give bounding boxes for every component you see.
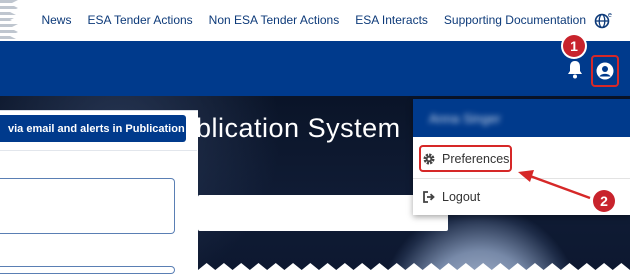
bell-icon[interactable] xyxy=(566,59,584,79)
globe-icon[interactable]: e xyxy=(594,11,612,29)
preferences-highlight-box xyxy=(419,145,512,172)
sign-out-icon xyxy=(423,191,435,203)
menu-item-logout-label: Logout xyxy=(442,190,481,204)
user-circle-icon xyxy=(596,62,614,80)
menu-divider xyxy=(413,178,630,179)
nav-link-supporting-documentation[interactable]: Supporting Documentation xyxy=(444,13,586,27)
hero-search-input[interactable] xyxy=(198,195,448,231)
hero-title: blication System xyxy=(196,113,401,143)
step-badge-1: 1 xyxy=(563,35,585,57)
top-nav-links: News ESA Tender Actions Non ESA Tender A… xyxy=(41,13,586,27)
top-navigation-bar: News ESA Tender Actions Non ESA Tender A… xyxy=(0,0,630,41)
panel-input-field-2[interactable] xyxy=(0,266,175,274)
panel-input-field[interactable] xyxy=(0,178,175,234)
email-alerts-button[interactable]: via email and alerts in Publication xyxy=(0,115,186,142)
nav-link-news[interactable]: News xyxy=(41,13,71,27)
nav-link-esa-tender-actions[interactable]: ESA Tender Actions xyxy=(87,13,192,27)
user-name: Anna Singer xyxy=(429,111,501,126)
user-account-button[interactable] xyxy=(591,55,619,87)
step-badge-2: 2 xyxy=(593,190,615,212)
nav-link-esa-interacts[interactable]: ESA Interacts xyxy=(355,13,428,27)
user-menu-header: Anna Singer xyxy=(413,99,630,137)
left-panel-divider xyxy=(0,150,197,151)
language-superscript: e xyxy=(608,12,612,19)
nav-link-non-esa-tender-actions[interactable]: Non ESA Tender Actions xyxy=(209,13,340,27)
header-bar xyxy=(0,41,630,96)
